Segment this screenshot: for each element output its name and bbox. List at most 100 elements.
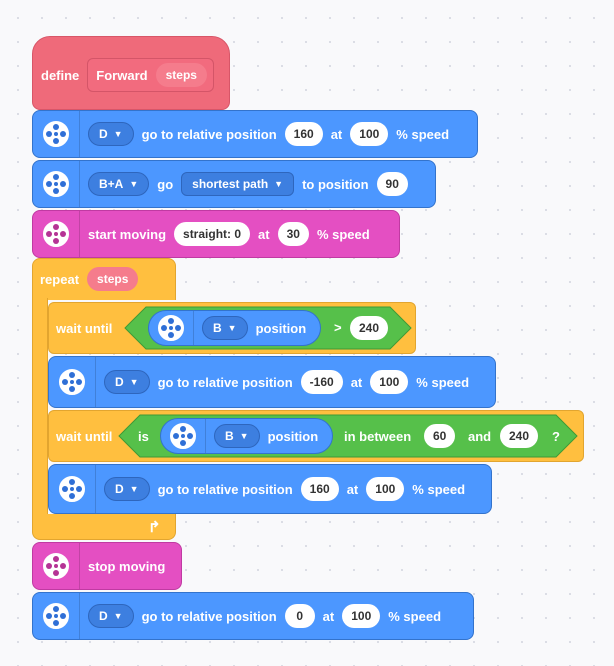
- chevron-down-icon: ▼: [113, 129, 123, 139]
- speed-input[interactable]: 100: [350, 122, 389, 146]
- motor-wheel-icon: [170, 423, 196, 449]
- motor-position-reporter[interactable]: B ▼ position: [148, 310, 322, 346]
- chevron-down-icon: ▼: [129, 484, 139, 494]
- chevron-down-icon: ▼: [227, 323, 237, 333]
- motor-go-relative-block-4[interactable]: D ▼ go to relative position 0 at 100 % sp…: [32, 592, 474, 640]
- threshold-input[interactable]: 240: [350, 316, 389, 340]
- motor-icon-cell: [161, 419, 206, 453]
- motor-wheel-icon: [158, 315, 184, 341]
- movement-wheel-icon: [43, 221, 69, 247]
- at-label: at: [346, 481, 359, 497]
- movement-icon-cell: [33, 543, 80, 589]
- port-dropdown[interactable]: B+A ▼: [88, 172, 150, 196]
- at-label: at: [350, 374, 363, 390]
- define-label: define: [41, 67, 80, 83]
- speed-unit-label: % speed: [416, 374, 470, 390]
- chevron-down-icon: ▼: [129, 377, 139, 387]
- loop-arrow-icon: ↱: [148, 519, 161, 536]
- movement-icon-cell: [33, 211, 80, 257]
- speed-input[interactable]: 100: [342, 604, 381, 628]
- repeat-block-arm: [32, 298, 48, 516]
- direction-value: shortest path: [192, 177, 269, 191]
- motor-icon-cell: [149, 311, 194, 345]
- at-label: at: [322, 608, 335, 624]
- repeat-label: repeat: [40, 271, 80, 287]
- motor-icon-cell: [49, 357, 96, 407]
- motor-wheel-icon: [59, 369, 85, 395]
- and-label: and: [468, 429, 492, 444]
- motor-icon-cell: [33, 593, 80, 639]
- motor-wheel-icon: [43, 603, 69, 629]
- port-dropdown[interactable]: D ▼: [104, 370, 150, 394]
- motor-go-relative-block-2[interactable]: D ▼ go to relative position -160 at 100 %…: [48, 356, 496, 408]
- speed-unit-label: % speed: [396, 126, 450, 142]
- chevron-down-icon: ▼: [113, 611, 123, 621]
- wait-until-label: wait until: [56, 428, 113, 444]
- at-label: at: [330, 126, 343, 142]
- position-label: position: [267, 428, 319, 444]
- is-label: is: [138, 429, 149, 444]
- speed-input[interactable]: 100: [370, 370, 409, 394]
- procedure-name: Forward: [96, 67, 148, 83]
- go-relative-label: go to relative position: [141, 126, 277, 142]
- direction-dropdown[interactable]: shortest path ▼: [181, 172, 295, 196]
- movement-wheel-icon: [43, 553, 69, 579]
- go-label: go: [157, 176, 174, 192]
- go-relative-label: go to relative position: [141, 608, 277, 624]
- position-input[interactable]: -160: [300, 370, 343, 394]
- speed-unit-label: % speed: [412, 481, 466, 497]
- motor-icon-cell: [33, 161, 80, 207]
- define-name-cap: Forward steps: [87, 58, 214, 92]
- to-position-label: to position: [302, 176, 369, 192]
- greater-than-operator: >: [334, 320, 342, 335]
- low-input[interactable]: 60: [424, 424, 456, 448]
- position-input[interactable]: 0: [284, 604, 315, 628]
- param-steps-reporter[interactable]: steps: [87, 267, 139, 291]
- go-relative-label: go to relative position: [157, 374, 293, 390]
- motor-go-relative-block-1[interactable]: D ▼ go to relative position 160 at 100 % …: [32, 110, 478, 158]
- stop-moving-label: stop moving: [88, 558, 166, 574]
- position-input[interactable]: 160: [284, 122, 323, 146]
- chevron-down-icon: ▼: [274, 179, 284, 189]
- motor-go-to-position-block[interactable]: B+A ▼ go shortest path ▼ to position 90: [32, 160, 436, 208]
- wait-until-label: wait until: [56, 320, 113, 336]
- position-input[interactable]: 160: [300, 477, 339, 501]
- motor-icon-cell: [33, 111, 80, 157]
- start-moving-label: start moving: [88, 226, 167, 242]
- port-dropdown[interactable]: B ▼: [202, 316, 248, 340]
- chevron-down-icon: ▼: [129, 179, 139, 189]
- chevron-down-icon: ▼: [239, 431, 249, 441]
- param-steps[interactable]: steps: [155, 63, 207, 87]
- port-value: D: [99, 609, 108, 623]
- motor-wheel-icon: [59, 476, 85, 502]
- port-value: D: [115, 375, 124, 389]
- start-moving-block[interactable]: start moving straight: 0 at 30 % speed: [32, 210, 400, 258]
- stop-moving-block[interactable]: stop moving: [32, 542, 182, 590]
- port-value: B: [225, 429, 234, 443]
- port-dropdown[interactable]: B ▼: [214, 424, 260, 448]
- port-dropdown[interactable]: D ▼: [104, 477, 150, 501]
- speed-input[interactable]: 100: [366, 477, 405, 501]
- position-label: position: [255, 320, 307, 336]
- port-value: B: [213, 321, 222, 335]
- go-relative-label: go to relative position: [157, 481, 293, 497]
- port-dropdown[interactable]: D ▼: [88, 604, 134, 628]
- speed-unit-label: % speed: [388, 608, 442, 624]
- define-block[interactable]: define Forward steps: [32, 36, 230, 110]
- in-between-label: in between: [344, 429, 412, 444]
- question-mark: ?: [552, 429, 560, 444]
- position-input[interactable]: 90: [376, 172, 408, 196]
- port-value: D: [115, 482, 124, 496]
- high-input[interactable]: 240: [500, 424, 539, 448]
- motor-icon-cell: [49, 465, 96, 513]
- port-value: D: [99, 127, 108, 141]
- port-value: B+A: [99, 177, 124, 191]
- motor-wheel-icon: [43, 121, 69, 147]
- motor-position-reporter[interactable]: B ▼ position: [160, 418, 334, 454]
- port-dropdown[interactable]: D ▼: [88, 122, 134, 146]
- speed-input[interactable]: 30: [277, 222, 309, 246]
- motor-wheel-icon: [43, 171, 69, 197]
- steering-input[interactable]: straight: 0: [174, 222, 251, 246]
- at-label: at: [258, 226, 270, 242]
- motor-go-relative-block-3[interactable]: D ▼ go to relative position 160 at 100 % …: [48, 464, 492, 514]
